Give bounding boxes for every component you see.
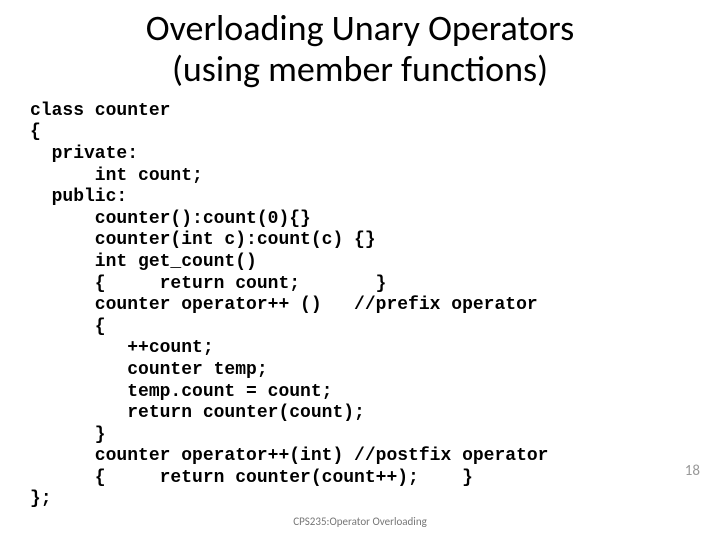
page-number: 18 <box>685 462 700 480</box>
title-line-2: (using member functions) <box>172 47 548 91</box>
slide: Overloading Unary Operators (using membe… <box>0 0 720 540</box>
title-line-1: Overloading Unary Operators <box>146 6 574 50</box>
slide-title: Overloading Unary Operators (using membe… <box>30 8 690 91</box>
footer-text: CPS235:Operator Overloading <box>0 515 720 528</box>
code-block: class counter { private: int count; publ… <box>30 101 690 511</box>
